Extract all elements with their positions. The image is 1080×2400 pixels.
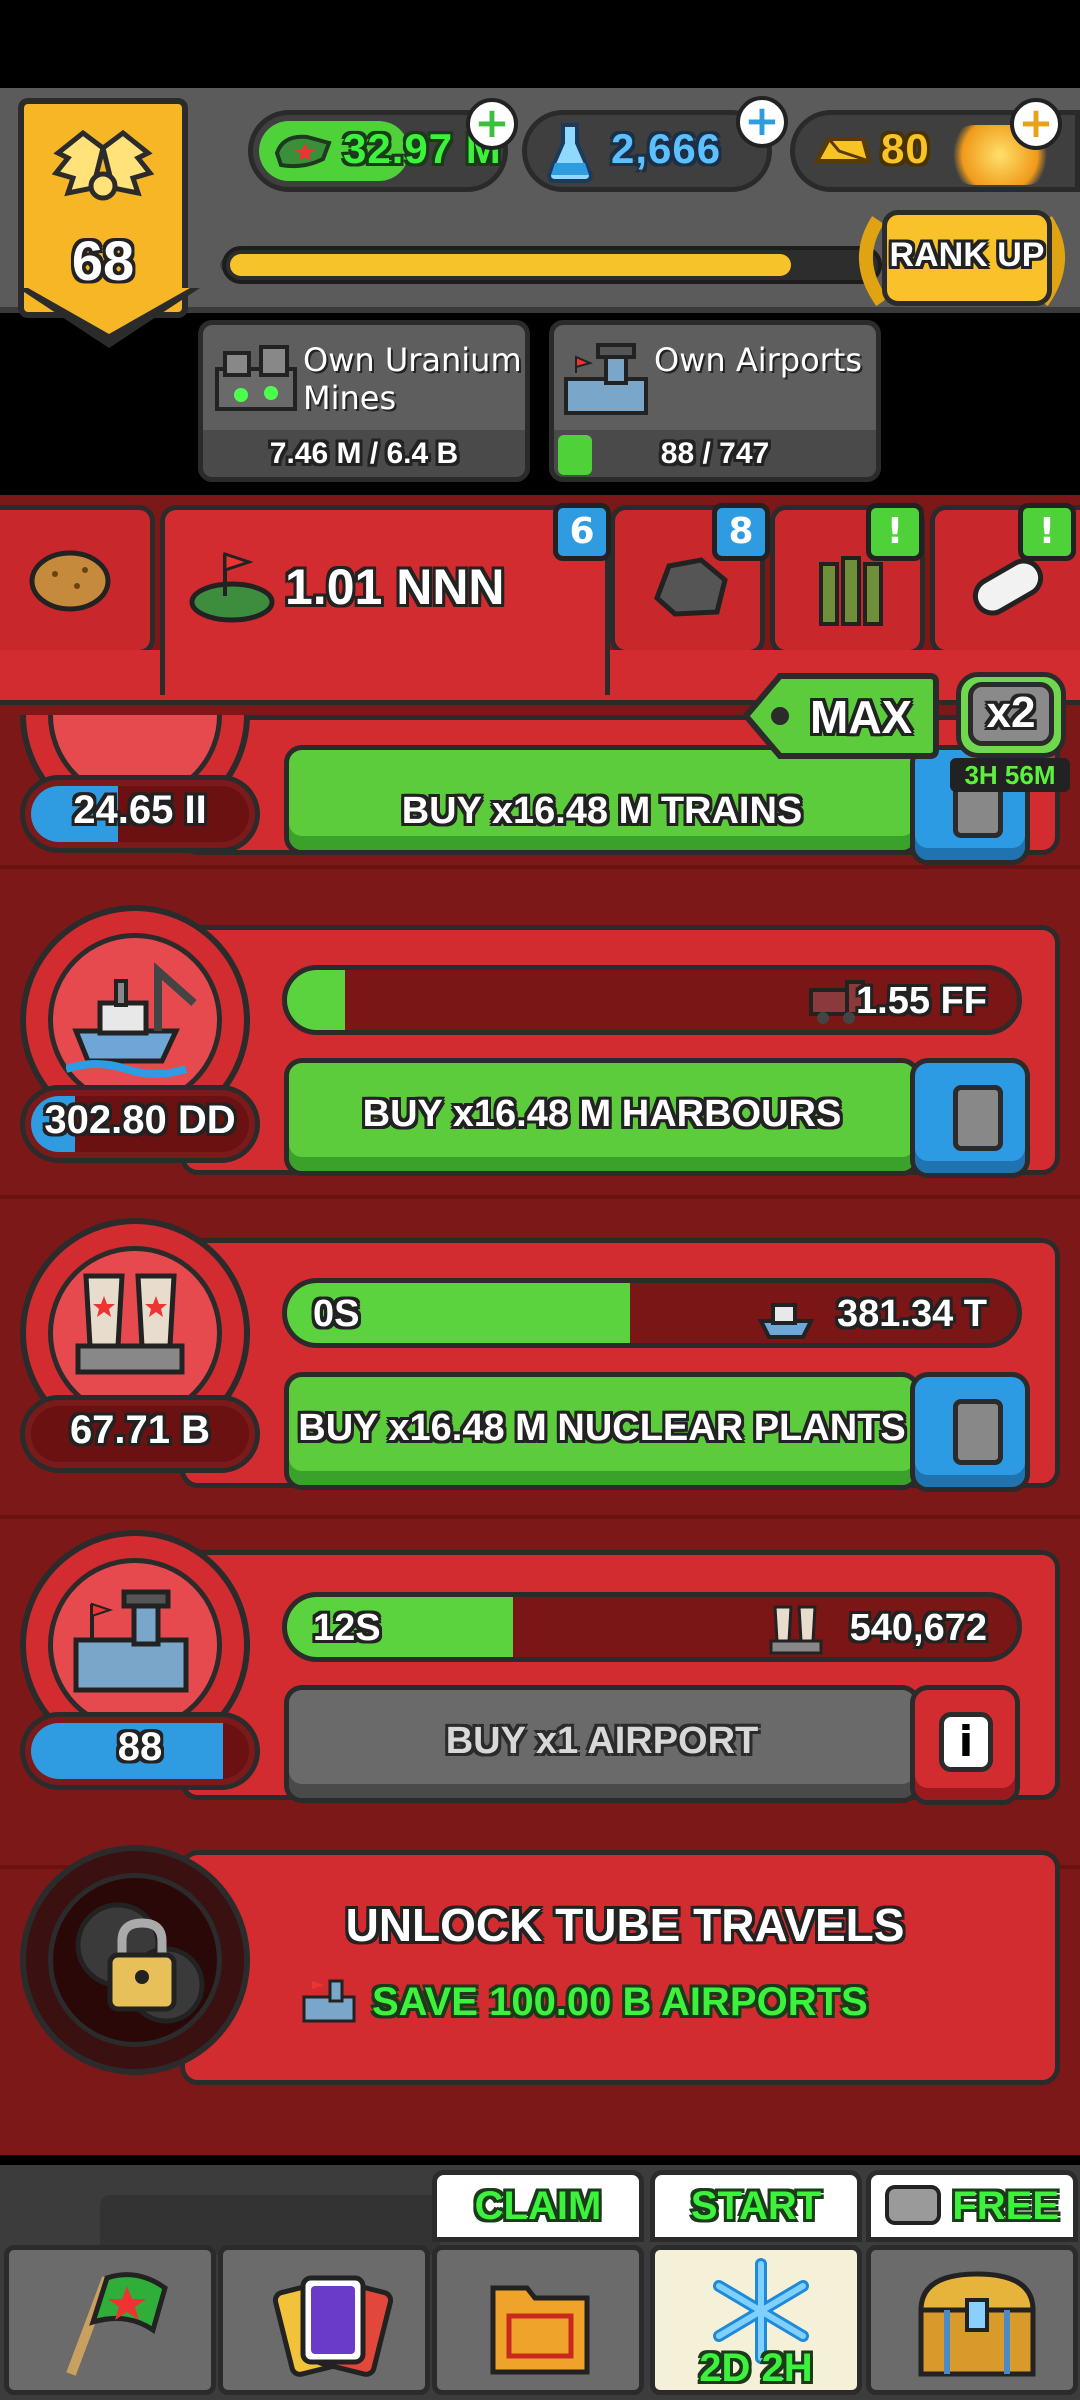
- nav-chest-button[interactable]: [866, 2245, 1078, 2395]
- buy-harbours-button[interactable]: BUY x16.48 M HARBOURS: [284, 1058, 920, 1176]
- science-value: 2,666: [611, 125, 722, 172]
- nav-claim-button[interactable]: [432, 2245, 644, 2395]
- airport-icon: [564, 343, 648, 415]
- start-label: START: [650, 2170, 862, 2242]
- owned-count: 302.80 DD: [20, 1085, 260, 1163]
- status-bar: [0, 0, 1080, 88]
- nuclear-plant-icon: [769, 1605, 823, 1655]
- rank-up-button[interactable]: RANK UP: [852, 210, 1072, 310]
- potato-icon: [29, 550, 111, 612]
- uranium-mine-icon: [215, 345, 297, 411]
- nuclear-plant-icon: [75, 1273, 185, 1375]
- manager-button[interactable]: [910, 1372, 1030, 1492]
- nav-event-button[interactable]: 2D 2H: [650, 2245, 862, 2395]
- gold-bar-icon: [813, 137, 872, 163]
- chest-small-icon: [885, 2185, 941, 2225]
- max-buy-button[interactable]: MAX: [740, 670, 940, 762]
- goal-progress: 88 / 747: [660, 437, 770, 470]
- unlock-panel: [180, 1850, 1060, 2085]
- tab-potato[interactable]: [0, 505, 155, 655]
- gold-value: 80: [881, 125, 930, 172]
- goal-card-airports[interactable]: Own Airports 88 / 747: [549, 320, 881, 482]
- airport-icon: [302, 1979, 356, 2023]
- golf-flag-icon: [189, 551, 275, 623]
- treasure-chest-icon: [918, 2271, 1036, 2377]
- player-level: 68: [71, 229, 135, 292]
- production-progress-bar: 12S 540,672: [282, 1592, 1022, 1662]
- owned-count: 24.65 II: [20, 775, 260, 853]
- free-label: FREE: [866, 2170, 1078, 2242]
- info-icon: i: [939, 1712, 993, 1772]
- goal-title: Own Uranium Mines: [303, 341, 522, 417]
- add-science-button[interactable]: +: [736, 96, 788, 148]
- unlock-requirement: SAVE 100.00 B AIRPORTS: [372, 1980, 868, 2024]
- claim-label: CLAIM: [432, 2170, 644, 2242]
- rank-progress-bar: [222, 246, 882, 284]
- tab-alert-badge: !: [866, 503, 924, 561]
- tab-badge: 8: [712, 503, 770, 561]
- folder-icon: [490, 2285, 590, 2375]
- nav-cards-button[interactable]: [218, 2245, 430, 2395]
- double-boost-button[interactable]: x2 3H 56M: [950, 672, 1070, 792]
- lock-icon: [75, 1902, 205, 2024]
- buy-airport-button[interactable]: BUY x1 AIRPORT: [284, 1685, 920, 1803]
- goal-title: Own Airports: [654, 341, 863, 379]
- info-button[interactable]: i: [910, 1685, 1020, 1805]
- buy-nuclear-plants-button[interactable]: BUY x16.48 M NUCLEAR PLANTS: [284, 1372, 920, 1490]
- locked-business-icon[interactable]: [20, 1845, 250, 2075]
- nav-map-button[interactable]: [4, 2245, 216, 2395]
- science-counter[interactable]: 2,666: [522, 110, 772, 192]
- tab-alert-badge: !: [1018, 503, 1076, 561]
- owned-count: 67.71 B: [20, 1395, 260, 1473]
- flag-icon: [66, 2272, 168, 2376]
- add-cash-button[interactable]: +: [466, 98, 518, 150]
- goal-progress: 7.46 M / 6.4 B: [269, 437, 459, 470]
- cash-icon: [274, 134, 332, 169]
- add-gold-button[interactable]: +: [1010, 98, 1062, 150]
- goal-card-uranium[interactable]: Own Uranium Mines 7.46 M / 6.4 B: [198, 320, 530, 482]
- level-banner[interactable]: 68: [8, 88, 200, 348]
- boost-timer: 3H 56M: [950, 758, 1070, 792]
- production-progress-bar: 0S 381.34 T: [282, 1278, 1022, 1348]
- tab-badge: 6: [553, 503, 611, 561]
- flask-icon: [546, 123, 594, 183]
- manager-button[interactable]: [910, 1058, 1030, 1178]
- land-value: 1.01 NNN: [285, 559, 505, 615]
- owned-count: 88: [20, 1712, 260, 1790]
- winged-emblem-icon: [51, 129, 155, 201]
- ore-icon: [654, 557, 728, 617]
- event-timer: 2D 2H: [699, 2346, 813, 2390]
- harbour-icon: [66, 962, 197, 1078]
- tab-land[interactable]: 1.01 NNN: [160, 505, 610, 695]
- cards-icon: [273, 2275, 393, 2377]
- harbour-icon: [757, 1303, 815, 1339]
- production-progress-bar: 1.55 FF: [282, 965, 1022, 1035]
- unlock-title: UNLOCK TUBE TRAVELS: [345, 1899, 905, 1951]
- airport-icon: [73, 1589, 189, 1693]
